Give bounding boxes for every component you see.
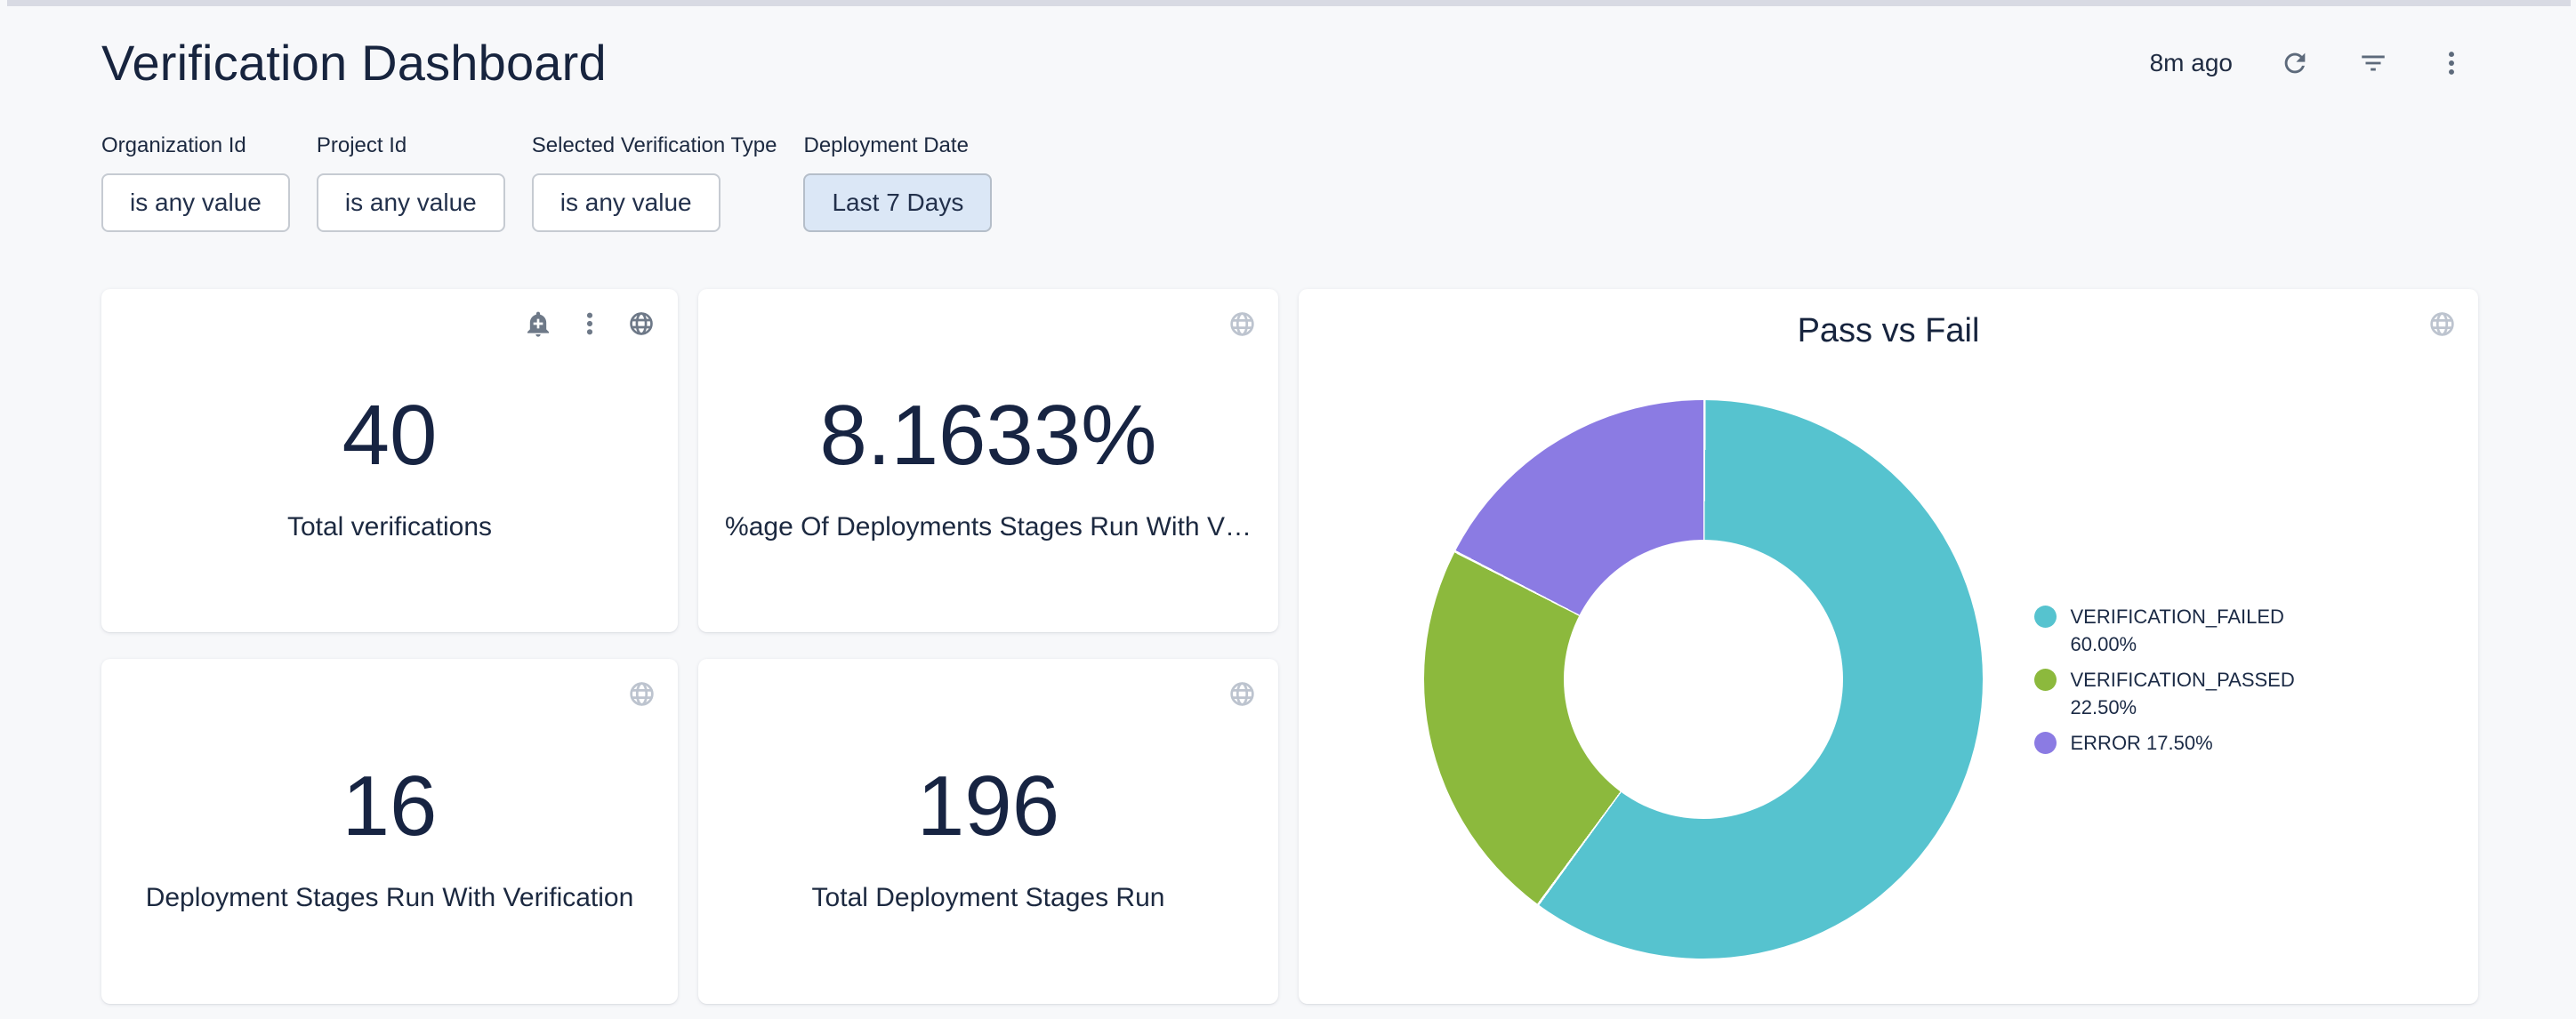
globe-icon xyxy=(1228,309,1257,339)
kpi-label: Total verifications xyxy=(287,512,492,542)
tile-total-deployment-stages-run: 196 Total Deployment Stages Run xyxy=(698,659,1278,1004)
dashboard-grid: 40 Total verifications 8.1633% %age Of D… xyxy=(101,289,2478,1004)
globe-icon xyxy=(627,309,656,338)
dashboard-header: Verification Dashboard 8m ago xyxy=(101,34,2471,92)
tile-explore-button[interactable] xyxy=(624,677,658,710)
legend-label: VERIFICATION_PASSED 22.50% xyxy=(2071,666,2354,721)
legend-dot xyxy=(2034,669,2057,691)
kpi-value: 8.1633% xyxy=(820,393,1157,478)
filter-selected-verification-type: Selected Verification Type is any value xyxy=(532,133,777,232)
kebab-icon xyxy=(2436,48,2467,78)
page-title: Verification Dashboard xyxy=(101,34,607,92)
window-top-strip xyxy=(7,0,2571,6)
filter-value-organization-id[interactable]: is any value xyxy=(101,173,290,232)
filter-project-id: Project Id is any value xyxy=(317,133,505,232)
donut-chart[interactable] xyxy=(1424,400,1983,959)
legend-item-verification-failed[interactable]: VERIFICATION_FAILED 60.00% xyxy=(2034,603,2354,658)
filter-label: Project Id xyxy=(317,133,505,158)
legend-label: ERROR 17.50% xyxy=(2071,729,2354,757)
filter-value-selected-verification-type[interactable]: is any value xyxy=(532,173,720,232)
tile-pass-vs-fail: Pass vs Fail VERIFICATION_FAILED 60.00% … xyxy=(1299,289,2478,1004)
refresh-button[interactable] xyxy=(2275,44,2314,83)
tile-explore-button[interactable] xyxy=(2425,307,2459,341)
kpi-value: 40 xyxy=(342,393,438,478)
globe-icon xyxy=(1228,679,1257,709)
filter-icon xyxy=(2358,48,2388,78)
filter-value-deployment-date[interactable]: Last 7 Days xyxy=(803,173,992,232)
globe-icon xyxy=(2427,309,2457,339)
header-actions: 8m ago xyxy=(2150,44,2471,83)
filter-organization-id: Organization Id is any value xyxy=(101,133,290,232)
tile-explore-button[interactable] xyxy=(1225,677,1259,710)
kpi-value: 196 xyxy=(917,764,1059,849)
tile-hover-actions xyxy=(521,307,658,341)
tile-explore-button[interactable] xyxy=(1225,307,1259,341)
filter-label: Deployment Date xyxy=(803,133,992,158)
legend-item-verification-passed[interactable]: VERIFICATION_PASSED 22.50% xyxy=(2034,666,2354,721)
kpi-label: Total Deployment Stages Run xyxy=(812,883,1165,913)
dashboard-filters-button[interactable] xyxy=(2354,44,2393,83)
bell-plus-icon xyxy=(524,309,552,338)
kpi-label: Deployment Stages Run With Verification xyxy=(146,883,634,913)
legend-dot xyxy=(2034,732,2057,754)
dashboard-more-menu-button[interactable] xyxy=(2432,44,2471,83)
kebab-icon xyxy=(576,309,604,338)
kpi-content: 16 Deployment Stages Run With Verificati… xyxy=(101,659,678,1004)
kpi-content: 8.1633% %age Of Deployments Stages Run W… xyxy=(698,289,1278,632)
globe-icon xyxy=(627,679,656,709)
filter-label: Organization Id xyxy=(101,133,290,158)
tile-more-menu-button[interactable] xyxy=(573,307,607,341)
filter-value-project-id[interactable]: is any value xyxy=(317,173,505,232)
chart-title: Pass vs Fail xyxy=(1299,312,2478,350)
refresh-icon xyxy=(2280,48,2310,78)
chart-area: VERIFICATION_FAILED 60.00% VERIFICATION_… xyxy=(1299,355,2478,1004)
legend-item-error[interactable]: ERROR 17.50% xyxy=(2034,729,2354,757)
legend-label: VERIFICATION_FAILED 60.00% xyxy=(2071,603,2354,658)
tile-stages-run-with-verification: 16 Deployment Stages Run With Verificati… xyxy=(101,659,678,1004)
last-refresh-timestamp: 8m ago xyxy=(2150,49,2233,77)
kpi-content: 196 Total Deployment Stages Run xyxy=(698,659,1278,1004)
tile-explore-button[interactable] xyxy=(624,307,658,341)
tile-total-verifications: 40 Total verifications xyxy=(101,289,678,632)
filter-deployment-date: Deployment Date Last 7 Days xyxy=(803,133,992,232)
kpi-label: %age Of Deployments Stages Run With V… xyxy=(725,512,1252,542)
alert-bell-button[interactable] xyxy=(521,307,555,341)
filter-label: Selected Verification Type xyxy=(532,133,777,158)
kpi-value: 16 xyxy=(342,764,438,849)
chart-legend: VERIFICATION_FAILED 60.00% VERIFICATION_… xyxy=(2034,603,2354,757)
tile-percentage-stages-with-verification: 8.1633% %age Of Deployments Stages Run W… xyxy=(698,289,1278,632)
filter-bar: Organization Id is any value Project Id … xyxy=(101,133,992,232)
legend-dot xyxy=(2034,606,2057,628)
